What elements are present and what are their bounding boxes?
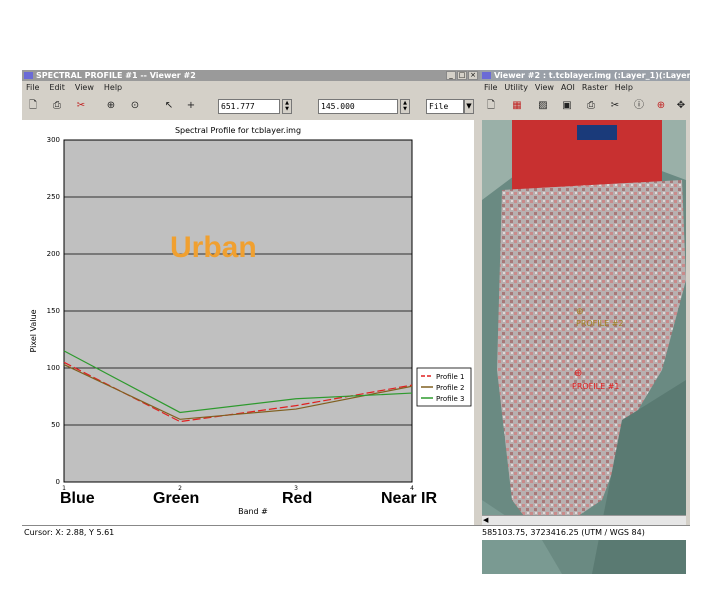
menu-view[interactable]: View [75, 81, 94, 94]
profile-2-label: PROFILE #2 [576, 319, 624, 328]
viewer-menu-bar: File Utility View AOI Raster Help [480, 81, 690, 94]
viewer-toolbar: 🗋 ▦ ▨ ▣ ⎙ ✂ ⓘ ⊕ ✥ [480, 96, 690, 118]
status-bar: Cursor: X: 2.88, Y 5.61 [22, 525, 480, 540]
y-tick-label: 0 [56, 478, 60, 486]
viewer-app-icon [482, 72, 491, 79]
y-tick-label: 250 [47, 193, 60, 201]
viewer-menu-raster[interactable]: Raster [582, 81, 608, 94]
print-icon[interactable]: ⎙ [50, 99, 64, 113]
satellite-image[interactable]: ⊕ PROFILE #2 ⊕ PROFILE #1 [482, 120, 686, 574]
satellite-image-graphic [482, 120, 686, 574]
band-label-near-ir: Near IR [381, 490, 438, 507]
close-icon[interactable]: × [468, 71, 478, 80]
viewer-menu-help[interactable]: Help [615, 81, 633, 94]
legend-label: Profile 3 [436, 395, 464, 403]
new-file-icon[interactable]: 🗋 [26, 99, 40, 113]
viewer-window: Viewer #2 : t.tcblayer.img (:Layer_1)(:L… [480, 70, 690, 574]
window-title: SPECTRAL PROFILE #1 -- Viewer #2 [36, 71, 196, 80]
chart-title: Spectral Profile for tcblayer.img [175, 126, 301, 135]
coord-y-field[interactable]: 145.000 [318, 99, 398, 114]
menu-help[interactable]: Help [104, 81, 122, 94]
menu-file[interactable]: File [26, 81, 39, 94]
profile-1-label: PROFILE #1 [572, 382, 620, 391]
spectral-profile-titlebar[interactable]: SPECTRAL PROFILE #1 -- Viewer #2 _ □ × [22, 70, 480, 81]
menu-bar: File Edit View Help [22, 81, 480, 94]
vector-layer-icon[interactable]: ▨ [536, 99, 550, 113]
zoom-out-icon[interactable]: ⊙ [128, 99, 142, 113]
coord-x-field[interactable]: 651.777 [218, 99, 280, 114]
y-axis-label: Pixel Value [29, 309, 38, 352]
viewer-tools-icon[interactable]: ✂ [608, 99, 622, 113]
legend-label: Profile 1 [436, 373, 464, 381]
pointer-icon[interactable]: ↖ [162, 99, 176, 113]
viewer-menu-view[interactable]: View [535, 81, 554, 94]
crosshair-icon[interactable]: + [184, 99, 198, 113]
viewer-menu-file[interactable]: File [484, 81, 497, 94]
raster-layer-icon[interactable]: ▦ [510, 99, 524, 113]
units-select[interactable]: File [426, 99, 464, 114]
y-tick-label: 200 [47, 250, 60, 258]
y-tick-label: 150 [47, 307, 60, 315]
save-icon[interactable]: ▣ [560, 99, 574, 113]
zoom-in-icon[interactable]: ⊕ [104, 99, 118, 113]
maximize-icon[interactable]: □ [457, 71, 467, 80]
scroll-left-icon[interactable]: ◀ [483, 516, 488, 524]
spectral-profile-window: SPECTRAL PROFILE #1 -- Viewer #2 _ □ × F… [22, 70, 480, 590]
y-tick-label: 300 [47, 136, 60, 144]
toolbar: 🗋 ⎙ ✂ ⊕ ⊙ ↖ + 651.777 ▲ ▼ 145.000 ▲ ▼ File… [22, 96, 480, 118]
profile-2-marker[interactable]: ⊕ [576, 307, 584, 317]
viewer-menu-utility[interactable]: Utility [504, 81, 528, 94]
band-label-red: Red [282, 490, 313, 507]
plot-panel: Spectral Profile for tcblayer.img 0 50 100 1… [22, 120, 474, 590]
tools-icon[interactable]: ✂ [74, 99, 88, 113]
open-icon[interactable]: 🗋 [484, 99, 498, 113]
viewer-status-bar: 585103.75, 3723416.25 (UTM / WGS 84) [480, 525, 690, 540]
legend-label: Profile 2 [436, 384, 464, 392]
app-icon [24, 72, 33, 79]
viewer-print-icon[interactable]: ⎙ [584, 99, 598, 113]
urban-label: Urban [170, 231, 257, 264]
info-icon[interactable]: ⓘ [632, 99, 646, 113]
band-label-blue: Blue [60, 490, 95, 507]
menu-edit[interactable]: Edit [49, 81, 65, 94]
viewer-menu-aoi[interactable]: AOI [561, 81, 575, 94]
x-axis-label: Band # [238, 507, 268, 516]
fit-icon[interactable]: ✥ [674, 99, 688, 113]
profile-1-marker[interactable]: ⊕ [574, 368, 582, 379]
viewer-titlebar[interactable]: Viewer #2 : t.tcblayer.img (:Layer_1)(:L… [480, 70, 690, 81]
minimize-icon[interactable]: _ [446, 71, 456, 80]
coord-y-spinner[interactable]: ▲ ▼ [400, 99, 410, 114]
y-tick-label: 100 [47, 364, 60, 372]
viewer-title: Viewer #2 : t.tcblayer.img (:Layer_1)(:L… [494, 71, 690, 80]
y-tick-label: 50 [51, 421, 60, 429]
chevron-down-icon[interactable]: ▼ [464, 99, 474, 114]
band-label-green: Green [153, 490, 200, 507]
inquire-icon[interactable]: ⊕ [654, 99, 668, 113]
coord-x-spinner[interactable]: ▲ ▼ [282, 99, 292, 114]
